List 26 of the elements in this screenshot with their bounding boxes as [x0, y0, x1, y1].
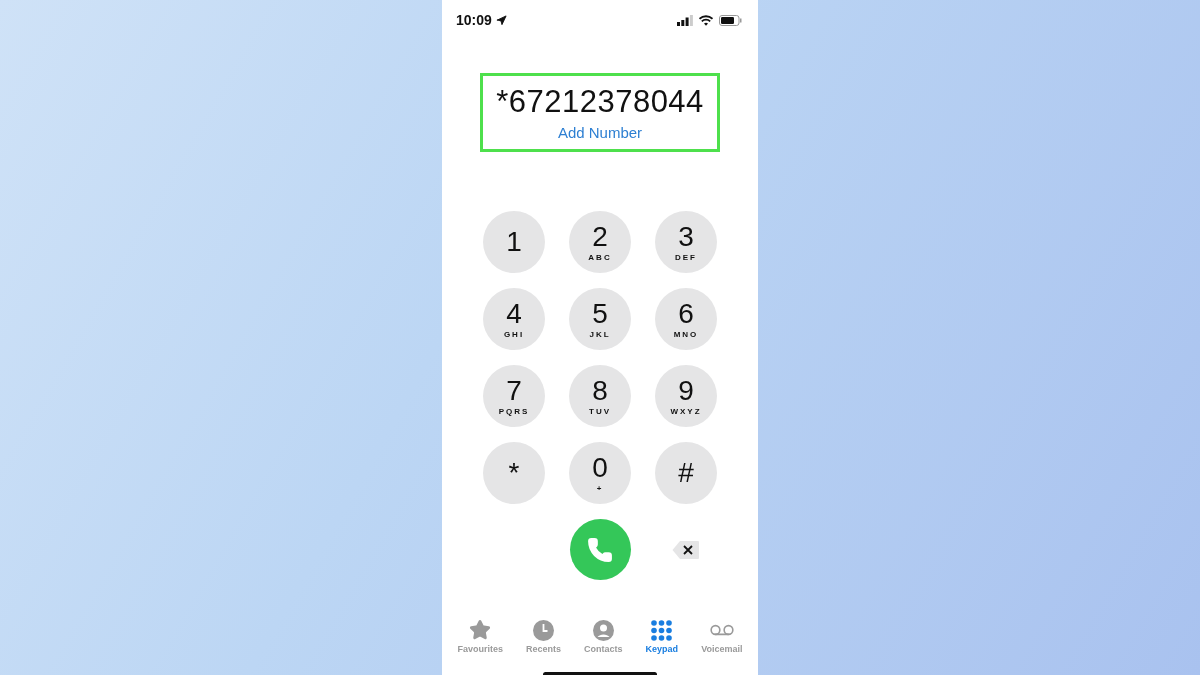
- person-icon: [592, 619, 614, 641]
- clock-icon: [533, 619, 555, 641]
- phone-icon: [587, 536, 613, 563]
- dial-key[interactable]: 4 GHI: [483, 288, 545, 350]
- signal-icon: [677, 14, 693, 26]
- dial-key[interactable]: 1: [483, 211, 545, 273]
- battery-icon: [719, 14, 742, 26]
- dial-key[interactable]: 0 +: [569, 442, 631, 504]
- dial-key[interactable]: 2 ABC: [569, 211, 631, 273]
- star-icon: [469, 619, 492, 641]
- dial-key[interactable]: 8 TUV: [569, 365, 631, 427]
- add-number-link[interactable]: Add Number: [557, 124, 643, 141]
- keypad-icon: [651, 619, 673, 641]
- status-time: 10:09: [456, 12, 492, 28]
- dial-key[interactable]: 9 WXYZ: [655, 365, 717, 427]
- tab[interactable]: Keypad: [645, 619, 679, 654]
- dial-key[interactable]: 5 JKL: [569, 288, 631, 350]
- dialed-number: *67212378044: [496, 84, 704, 120]
- backspace-icon[interactable]: [672, 539, 700, 560]
- dial-key[interactable]: 6 MNO: [655, 288, 717, 350]
- dial-key[interactable]: 7 PQRS: [483, 365, 545, 427]
- dial-key[interactable]: 3 DEF: [655, 211, 717, 273]
- dial-key[interactable]: #: [655, 442, 717, 504]
- dial-key[interactable]: *: [483, 442, 545, 504]
- location-arrow-icon: [495, 14, 507, 26]
- wifi-icon: [699, 14, 713, 26]
